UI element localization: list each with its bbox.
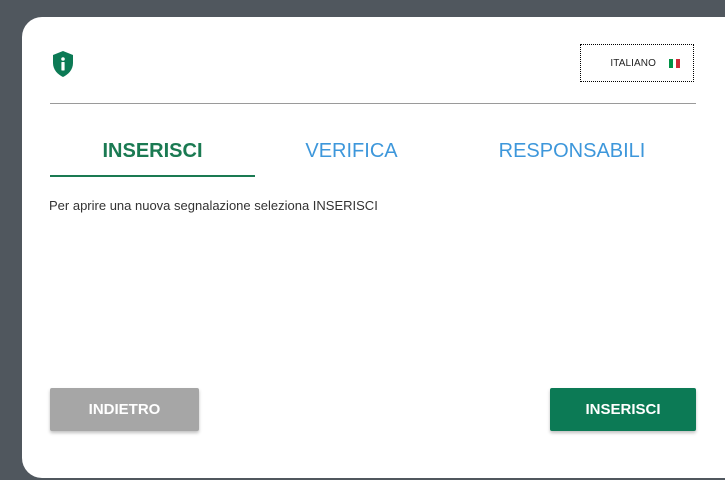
insert-button[interactable]: INSERISCI (550, 388, 696, 431)
italy-flag-icon (669, 58, 681, 68)
language-selector[interactable]: ITALIANO (580, 44, 694, 82)
tab-responsabili[interactable]: RESPONSABILI (448, 135, 696, 177)
dialog-card: ITALIANO INSERISCI VERIFICA RESPONSABILI… (22, 17, 725, 478)
shield-info-icon (53, 51, 73, 77)
tab-verifica[interactable]: VERIFICA (255, 135, 448, 177)
header-divider (50, 103, 696, 104)
language-label: ITALIANO (610, 57, 656, 69)
back-button[interactable]: INDIETRO (50, 388, 199, 431)
tab-inserisci[interactable]: INSERISCI (50, 135, 255, 177)
instructions-text: Per aprire una nuova segnalazione selezi… (49, 198, 378, 213)
